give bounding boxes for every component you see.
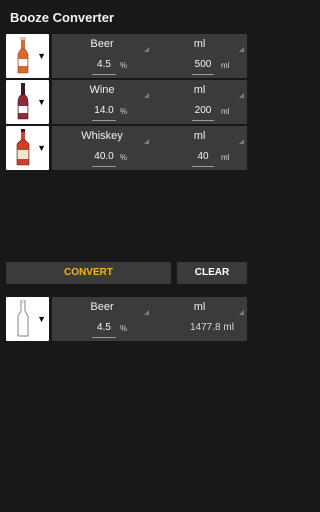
dropdown-corner-icon xyxy=(239,139,244,144)
dropdown-corner-icon xyxy=(144,93,149,98)
drink-dropdown[interactable]: Beer xyxy=(52,34,152,56)
result-percent-input[interactable]: 4.5 xyxy=(92,321,116,338)
bottle-icon xyxy=(16,129,30,166)
unit-dropdown[interactable]: ml xyxy=(152,34,247,56)
unit-dropdown[interactable]: ml xyxy=(152,126,247,148)
result-percent-suffix: % xyxy=(120,324,128,333)
unit-label: ml xyxy=(193,38,206,50)
percent-suffix: % xyxy=(120,153,128,162)
caret-down-icon: ▼ xyxy=(37,51,46,61)
drink-dropdown[interactable]: Wine xyxy=(52,80,152,102)
amount-suffix: ml xyxy=(221,61,230,70)
result-drink-label: Beer xyxy=(90,301,114,313)
result-unit-label: ml xyxy=(193,301,206,313)
bottle-icon xyxy=(17,37,29,74)
drink-label: Whiskey xyxy=(81,130,123,142)
unit-label: ml xyxy=(193,84,206,96)
result-unit-dropdown[interactable]: ml xyxy=(152,297,247,319)
amount-input[interactable]: 40 xyxy=(192,150,214,167)
result-panel: Beer ml 4.5 % 1477.8 ml xyxy=(52,297,247,341)
percent-suffix: % xyxy=(120,61,128,70)
amount-suffix: ml xyxy=(221,153,230,162)
convert-button[interactable]: CONVERT xyxy=(6,262,171,284)
drink-row: ▼ Beer ml 4.5 % 500 ml xyxy=(6,34,247,78)
drink-label: Wine xyxy=(89,84,115,96)
result-drink-dropdown[interactable]: Beer xyxy=(52,297,152,319)
percent-input[interactable]: 40.0 xyxy=(92,150,116,167)
caret-down-icon: ▼ xyxy=(37,97,46,107)
bottle-icon xyxy=(17,83,29,120)
unit-dropdown[interactable]: ml xyxy=(152,80,247,102)
dropdown-corner-icon xyxy=(239,47,244,52)
amount-input[interactable]: 500 xyxy=(192,58,214,75)
percent-suffix: % xyxy=(120,107,128,116)
result-drink-selector[interactable]: ▼ xyxy=(6,297,49,341)
dropdown-corner-icon xyxy=(144,47,149,52)
caret-down-icon: ▼ xyxy=(37,314,46,324)
percent-input[interactable]: 14.0 xyxy=(92,104,116,121)
dropdown-corner-icon xyxy=(144,310,149,315)
dropdown-corner-icon xyxy=(239,93,244,98)
drink-type-selector[interactable]: ▼ xyxy=(6,126,49,170)
result-row: ▼ Beer ml 4.5 % 1477.8 ml xyxy=(6,297,247,341)
amount-input[interactable]: 200 xyxy=(192,104,214,121)
percent-input[interactable]: 4.5 xyxy=(92,58,116,75)
drink-panel: Beer ml 4.5 % 500 ml xyxy=(52,34,247,78)
drink-type-selector[interactable]: ▼ xyxy=(6,34,49,78)
dropdown-corner-icon xyxy=(239,310,244,315)
app-title: Booze Converter xyxy=(10,10,115,25)
drink-label: Beer xyxy=(90,38,114,50)
drink-panel: Whiskey ml 40.0 % 40 ml xyxy=(52,126,247,170)
drink-dropdown[interactable]: Whiskey xyxy=(52,126,152,148)
clear-button[interactable]: CLEAR xyxy=(177,262,247,284)
amount-suffix: ml xyxy=(221,107,230,116)
result-amount: 1477.8 ml xyxy=(190,322,234,333)
drink-type-selector[interactable]: ▼ xyxy=(6,80,49,124)
drink-row: ▼ Wine ml 14.0 % 200 ml xyxy=(6,80,247,124)
drink-panel: Wine ml 14.0 % 200 ml xyxy=(52,80,247,124)
unit-label: ml xyxy=(193,130,206,142)
drink-row: ▼ Whiskey ml 40.0 % 40 ml xyxy=(6,126,247,170)
bottle-icon xyxy=(17,300,29,337)
caret-down-icon: ▼ xyxy=(37,143,46,153)
dropdown-corner-icon xyxy=(144,139,149,144)
